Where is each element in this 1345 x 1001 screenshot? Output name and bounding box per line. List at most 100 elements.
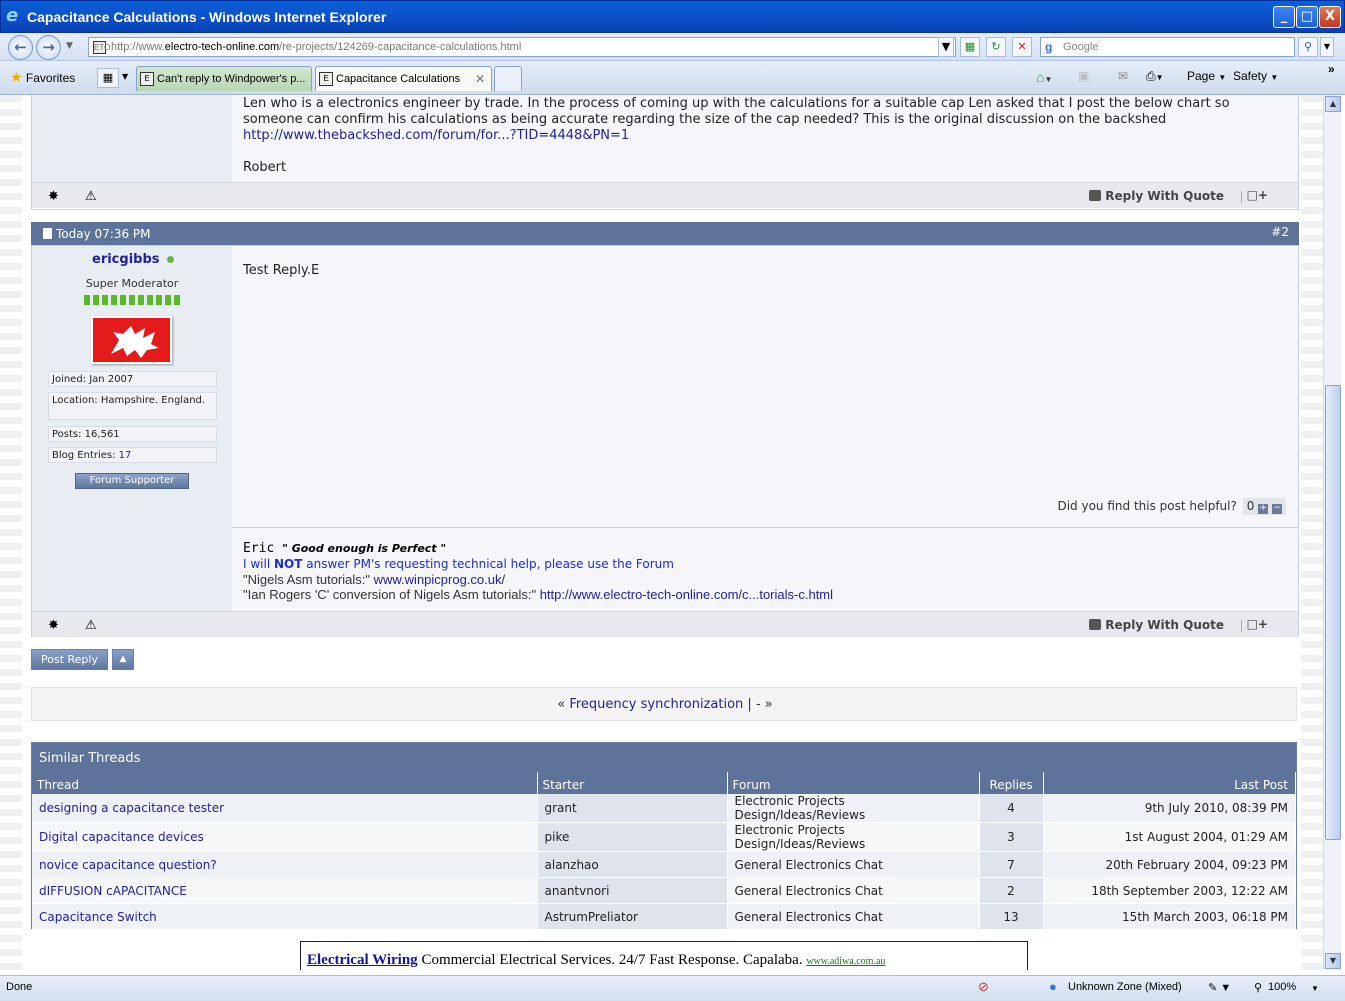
blog-count-link[interactable]: 17 [119, 450, 132, 461]
safety-menu[interactable]: Safety ▼ [1233, 69, 1278, 83]
scroll-down-icon[interactable]: ▼ [1325, 953, 1341, 969]
forum-cell: Electronic Projects Design/Ideas/Reviews [727, 794, 980, 823]
address-field[interactable]: ETO http://www.electro-tech-online.com/r… [88, 37, 956, 57]
footer-divider [1241, 191, 1242, 203]
reply-with-quote-button[interactable]: Reply With Quote [1089, 189, 1224, 203]
close-tab-icon[interactable]: ✕ [475, 72, 485, 86]
search-field[interactable]: g Google [1040, 37, 1295, 57]
post-2-footer: ✸ ⚠ Reply With Quote □+ [32, 611, 1298, 637]
post-reply-button[interactable]: Post Reply [31, 649, 108, 670]
reply-with-quote-label: Reply With Quote [1105, 189, 1224, 203]
chevron-down-icon: ▼ [1218, 73, 1227, 82]
next-arrow[interactable]: » [765, 697, 773, 712]
scroll-thumb[interactable] [1325, 385, 1341, 840]
maximize-button[interactable]: □ [1296, 6, 1318, 28]
protected-mode-icon[interactable]: ✎ ▼ [1208, 981, 1231, 994]
tab-label: Capacitance Calculations [336, 73, 461, 85]
post-2-header: Today 07:36 PM #2 [31, 222, 1299, 245]
winpicprog-link[interactable]: www.winpicprog.co.uk/ [374, 572, 506, 587]
security-zone[interactable]: Unknown Zone (Mixed) [1068, 981, 1182, 993]
forward-button[interactable]: → [36, 35, 61, 60]
report-icon[interactable]: ⚠ [85, 189, 97, 204]
sig-pm-notice: I will NOT answer PM's requesting techni… [243, 557, 1298, 572]
multiquote-icon[interactable]: □+ [1247, 617, 1268, 631]
tab-label: Can't reply to Windpower's p... [157, 73, 306, 85]
ad-banner[interactable]: Electrical Wiring Commercial Electrical … [300, 941, 1028, 970]
ad-keyword-link[interactable]: Electrical Wiring [307, 952, 418, 968]
popup-blocked-icon[interactable]: ⊘ [978, 979, 989, 995]
prev-arrow: « [557, 697, 566, 712]
thread-link[interactable]: designing a capacitance tester [39, 801, 224, 815]
last-post-cell: 9th July 2010, 08:39 PM [1043, 794, 1296, 823]
back-button[interactable]: ← [8, 35, 33, 60]
new-tab-button[interactable] [494, 66, 522, 91]
history-dropdown-icon[interactable]: ▼ [66, 41, 73, 51]
reputation-icon[interactable]: ✸ [48, 189, 59, 204]
avatar[interactable] [91, 316, 172, 364]
tab-windpower[interactable]: E Can't reply to Windpower's p... [136, 66, 312, 91]
feeds-icon[interactable]: ▣ [1078, 69, 1089, 83]
starter-cell: anantvnori [537, 877, 728, 904]
toolbar-overflow-icon[interactable]: » [1328, 62, 1335, 76]
quote-icon [1089, 190, 1102, 201]
sig-pm-not: NOT [273, 557, 303, 571]
tab-list-icon[interactable]: ▼ [122, 72, 128, 81]
vertical-scrollbar[interactable]: ▲ ▼ [1323, 95, 1341, 970]
zoom-level[interactable]: 100% [1268, 981, 1296, 993]
joined-info: Joined: Jan 2007 [48, 371, 217, 387]
compatibility-view-icon[interactable]: ▦ [960, 37, 980, 57]
stop-icon[interactable]: ✕ [1012, 37, 1032, 57]
post-date: Today 07:36 PM [56, 227, 151, 241]
vote-down-icon[interactable]: − [1272, 504, 1282, 514]
close-window-button[interactable]: X [1319, 6, 1341, 28]
google-icon: g [1045, 40, 1053, 54]
tab-favicon-icon: E [319, 72, 333, 86]
similar-threads-table: Thread Starter Forum Replies Last Post d… [32, 772, 1296, 930]
search-go-icon[interactable]: ⚲ [1298, 37, 1318, 57]
location-info: Location: Hampshire. England. [48, 392, 217, 420]
search-options-icon[interactable]: ▼ [1320, 37, 1334, 57]
zoom-icon: ⚲ [1254, 982, 1263, 994]
thread-link[interactable]: Digital capacitance devices [39, 830, 204, 844]
refresh-icon[interactable]: ↻ [986, 37, 1006, 57]
report-icon[interactable]: ⚠ [85, 618, 97, 633]
home-icon[interactable]: ⌂▼ [1036, 69, 1052, 85]
page-right-gutter [1301, 95, 1323, 970]
post-document-icon [43, 228, 52, 239]
forum-supporter-label: Forum Supporter [89, 475, 175, 486]
page-left-gutter [0, 95, 22, 970]
footer-divider [1241, 620, 1242, 632]
backshed-link[interactable]: http://www.thebackshed.com/forum/for...?… [243, 128, 629, 143]
scroll-up-icon[interactable]: ▲ [1325, 96, 1341, 112]
multiquote-icon[interactable]: □+ [1247, 188, 1268, 202]
favorites-button[interactable]: ★ Favorites [10, 69, 75, 86]
minimize-button[interactable]: _ [1273, 6, 1295, 28]
quick-tabs-icon[interactable]: ▦ [97, 68, 119, 88]
reply-with-quote-label: Reply With Quote [1105, 618, 1224, 632]
tab-capacitance[interactable]: E Capacitance Calculations ✕ [315, 66, 492, 91]
post-number-link[interactable]: #2 [1271, 225, 1289, 239]
nav-dash: - [755, 697, 761, 712]
vote-up-icon[interactable]: + [1258, 504, 1269, 514]
scroll-top-icon[interactable]: ▲ [112, 649, 134, 670]
username-link[interactable]: ericgibbs [92, 252, 160, 267]
safety-menu-label: Safety [1233, 69, 1268, 83]
thread-link[interactable]: Capacitance Switch [39, 910, 157, 924]
reputation-icon[interactable]: ✸ [48, 618, 59, 633]
table-row: designing a capacitance tester grant Ele… [32, 794, 1296, 823]
print-icon[interactable]: ⎙▼ [1146, 69, 1164, 84]
ad-url-link[interactable]: www.adiwa.com.au [806, 956, 885, 967]
prev-thread-link[interactable]: Frequency synchronization [569, 697, 743, 712]
username-area: ericgibbs [92, 252, 175, 267]
reply-with-quote-button[interactable]: Reply With Quote [1089, 618, 1224, 632]
address-dropdown-icon[interactable]: ▼ [938, 37, 954, 57]
mail-icon[interactable]: ✉ [1118, 69, 1128, 83]
thread-link[interactable]: novice capacitance question? [39, 858, 217, 872]
c-tutorials-link[interactable]: http://www.electro-tech-online.com/c...t… [540, 587, 833, 602]
thread-link[interactable]: dIFFUSION cAPACITANCE [39, 884, 187, 898]
sig-tutorial-label: "Nigels Asm tutorials:" [243, 572, 374, 587]
zoom-dropdown-icon[interactable]: ▼ [1311, 984, 1319, 993]
tab-favicon-icon: E [140, 72, 154, 86]
page-menu[interactable]: Page ▼ [1187, 69, 1226, 83]
sig-pm-text: answer PM's requesting technical help, p… [302, 557, 674, 571]
